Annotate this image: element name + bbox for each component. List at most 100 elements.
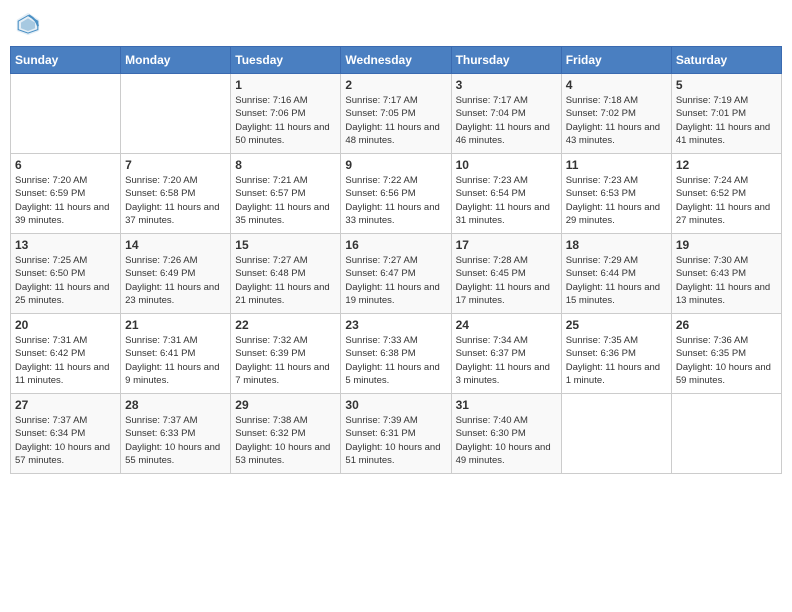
day-number: 27 [15, 398, 116, 412]
day-info: Sunrise: 7:17 AM Sunset: 7:04 PM Dayligh… [456, 94, 557, 147]
day-number: 3 [456, 78, 557, 92]
calendar-cell: 13 Sunrise: 7:25 AM Sunset: 6:50 PM Dayli… [11, 234, 121, 314]
calendar-cell: 6 Sunrise: 7:20 AM Sunset: 6:59 PM Daylig… [11, 154, 121, 234]
day-info: Sunrise: 7:25 AM Sunset: 6:50 PM Dayligh… [15, 254, 116, 307]
day-number: 1 [235, 78, 336, 92]
day-number: 7 [125, 158, 226, 172]
calendar-cell: 10 Sunrise: 7:23 AM Sunset: 6:54 PM Dayli… [451, 154, 561, 234]
day-number: 8 [235, 158, 336, 172]
day-info: Sunrise: 7:22 AM Sunset: 6:56 PM Dayligh… [345, 174, 446, 227]
day-number: 31 [456, 398, 557, 412]
day-number: 18 [566, 238, 667, 252]
day-info: Sunrise: 7:33 AM Sunset: 6:38 PM Dayligh… [345, 334, 446, 387]
calendar-cell: 23Sunrise: 7:33 AM Sunset: 6:38 PM Dayli… [341, 314, 451, 394]
day-number: 14 [125, 238, 226, 252]
day-info: Sunrise: 7:21 AM Sunset: 6:57 PM Dayligh… [235, 174, 336, 227]
day-number: 5 [676, 78, 777, 92]
day-number: 25 [566, 318, 667, 332]
day-info: Sunrise: 7:31 AM Sunset: 6:41 PM Dayligh… [125, 334, 226, 387]
day-info: Sunrise: 7:17 AM Sunset: 7:05 PM Dayligh… [345, 94, 446, 147]
calendar-cell: 15 Sunrise: 7:27 AM Sunset: 6:48 PM Dayli… [231, 234, 341, 314]
day-info: Sunrise: 7:23 AM Sunset: 6:54 PM Dayligh… [456, 174, 557, 227]
calendar-cell [11, 74, 121, 154]
calendar-week-row: 6 Sunrise: 7:20 AM Sunset: 6:59 PM Daylig… [11, 154, 782, 234]
calendar-cell: 20Sunrise: 7:31 AM Sunset: 6:42 PM Dayli… [11, 314, 121, 394]
calendar-cell: 5 Sunrise: 7:19 AM Sunset: 7:01 PM Daylig… [671, 74, 781, 154]
day-number: 26 [676, 318, 777, 332]
calendar-cell: 24 Sunrise: 7:34 AM Sunset: 6:37 PM Dayli… [451, 314, 561, 394]
day-info: Sunrise: 7:23 AM Sunset: 6:53 PM Dayligh… [566, 174, 667, 227]
day-info: Sunrise: 7:16 AM Sunset: 7:06 PM Dayligh… [235, 94, 336, 147]
calendar-cell: 18 Sunrise: 7:29 AM Sunset: 6:44 PM Dayli… [561, 234, 671, 314]
day-info: Sunrise: 7:20 AM Sunset: 6:59 PM Dayligh… [15, 174, 116, 227]
day-info: Sunrise: 7:28 AM Sunset: 6:45 PM Dayligh… [456, 254, 557, 307]
day-of-week-header: Monday [121, 47, 231, 74]
day-info: Sunrise: 7:19 AM Sunset: 7:01 PM Dayligh… [676, 94, 777, 147]
day-info: Sunrise: 7:38 AM Sunset: 6:32 PM Dayligh… [235, 414, 336, 467]
calendar-week-row: 1 Sunrise: 7:16 AM Sunset: 7:06 PM Daylig… [11, 74, 782, 154]
calendar-cell: 28 Sunrise: 7:37 AM Sunset: 6:33 PM Dayli… [121, 394, 231, 474]
day-number: 30 [345, 398, 446, 412]
calendar-cell: 11 Sunrise: 7:23 AM Sunset: 6:53 PM Dayli… [561, 154, 671, 234]
day-number: 2 [345, 78, 446, 92]
calendar-cell: 2 Sunrise: 7:17 AM Sunset: 7:05 PM Daylig… [341, 74, 451, 154]
calendar-cell: 26 Sunrise: 7:36 AM Sunset: 6:35 PM Dayli… [671, 314, 781, 394]
calendar-cell [121, 74, 231, 154]
calendar-table: SundayMondayTuesdayWednesdayThursdayFrid… [10, 46, 782, 474]
day-info: Sunrise: 7:26 AM Sunset: 6:49 PM Dayligh… [125, 254, 226, 307]
calendar-cell: 27Sunrise: 7:37 AM Sunset: 6:34 PM Dayli… [11, 394, 121, 474]
calendar-cell: 25 Sunrise: 7:35 AM Sunset: 6:36 PM Dayli… [561, 314, 671, 394]
day-of-week-header: Friday [561, 47, 671, 74]
calendar-cell: 22 Sunrise: 7:32 AM Sunset: 6:39 PM Dayli… [231, 314, 341, 394]
calendar-week-row: 27Sunrise: 7:37 AM Sunset: 6:34 PM Dayli… [11, 394, 782, 474]
page-header [10, 10, 782, 38]
day-number: 15 [235, 238, 336, 252]
day-of-week-header: Thursday [451, 47, 561, 74]
day-of-week-header: Saturday [671, 47, 781, 74]
day-number: 24 [456, 318, 557, 332]
day-number: 10 [456, 158, 557, 172]
calendar-cell: 31 Sunrise: 7:40 AM Sunset: 6:30 PM Dayli… [451, 394, 561, 474]
calendar-cell: 1 Sunrise: 7:16 AM Sunset: 7:06 PM Daylig… [231, 74, 341, 154]
day-number: 13 [15, 238, 116, 252]
day-number: 4 [566, 78, 667, 92]
calendar-week-row: 20Sunrise: 7:31 AM Sunset: 6:42 PM Dayli… [11, 314, 782, 394]
calendar-cell: 12 Sunrise: 7:24 AM Sunset: 6:52 PM Dayli… [671, 154, 781, 234]
calendar-header-row: SundayMondayTuesdayWednesdayThursdayFrid… [11, 47, 782, 74]
day-info: Sunrise: 7:18 AM Sunset: 7:02 PM Dayligh… [566, 94, 667, 147]
day-info: Sunrise: 7:32 AM Sunset: 6:39 PM Dayligh… [235, 334, 336, 387]
day-info: Sunrise: 7:20 AM Sunset: 6:58 PM Dayligh… [125, 174, 226, 227]
day-info: Sunrise: 7:35 AM Sunset: 6:36 PM Dayligh… [566, 334, 667, 387]
calendar-cell: 21Sunrise: 7:31 AM Sunset: 6:41 PM Dayli… [121, 314, 231, 394]
day-info: Sunrise: 7:34 AM Sunset: 6:37 PM Dayligh… [456, 334, 557, 387]
day-of-week-header: Tuesday [231, 47, 341, 74]
calendar-cell: 29 Sunrise: 7:38 AM Sunset: 6:32 PM Dayli… [231, 394, 341, 474]
day-info: Sunrise: 7:31 AM Sunset: 6:42 PM Dayligh… [15, 334, 116, 387]
calendar-cell: 8 Sunrise: 7:21 AM Sunset: 6:57 PM Daylig… [231, 154, 341, 234]
day-number: 28 [125, 398, 226, 412]
day-number: 16 [345, 238, 446, 252]
calendar-cell: 3 Sunrise: 7:17 AM Sunset: 7:04 PM Daylig… [451, 74, 561, 154]
calendar-cell: 16Sunrise: 7:27 AM Sunset: 6:47 PM Dayli… [341, 234, 451, 314]
day-number: 6 [15, 158, 116, 172]
calendar-cell: 7 Sunrise: 7:20 AM Sunset: 6:58 PM Daylig… [121, 154, 231, 234]
day-of-week-header: Wednesday [341, 47, 451, 74]
day-number: 22 [235, 318, 336, 332]
logo-icon [14, 10, 42, 38]
day-info: Sunrise: 7:27 AM Sunset: 6:48 PM Dayligh… [235, 254, 336, 307]
day-number: 19 [676, 238, 777, 252]
day-info: Sunrise: 7:24 AM Sunset: 6:52 PM Dayligh… [676, 174, 777, 227]
calendar-cell: 17 Sunrise: 7:28 AM Sunset: 6:45 PM Dayli… [451, 234, 561, 314]
day-of-week-header: Sunday [11, 47, 121, 74]
day-info: Sunrise: 7:37 AM Sunset: 6:33 PM Dayligh… [125, 414, 226, 467]
day-number: 29 [235, 398, 336, 412]
day-number: 12 [676, 158, 777, 172]
calendar-cell [671, 394, 781, 474]
day-info: Sunrise: 7:29 AM Sunset: 6:44 PM Dayligh… [566, 254, 667, 307]
day-number: 11 [566, 158, 667, 172]
calendar-cell: 4 Sunrise: 7:18 AM Sunset: 7:02 PM Daylig… [561, 74, 671, 154]
day-number: 17 [456, 238, 557, 252]
day-info: Sunrise: 7:40 AM Sunset: 6:30 PM Dayligh… [456, 414, 557, 467]
day-info: Sunrise: 7:36 AM Sunset: 6:35 PM Dayligh… [676, 334, 777, 387]
calendar-cell: 19Sunrise: 7:30 AM Sunset: 6:43 PM Dayli… [671, 234, 781, 314]
